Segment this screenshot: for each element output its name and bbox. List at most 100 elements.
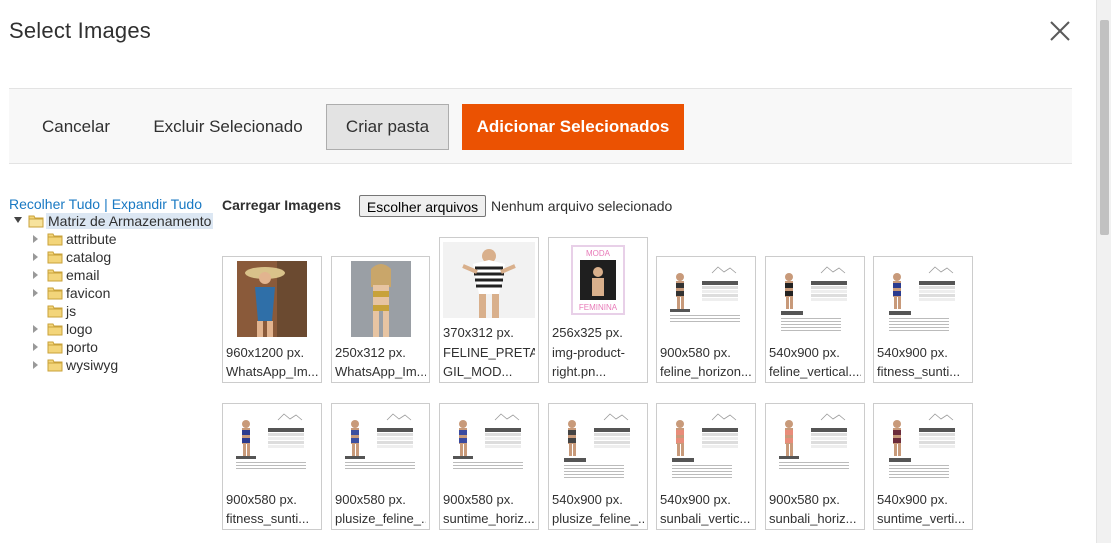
thumbnail-image [766, 408, 864, 488]
tree-folder-label[interactable]: logo [66, 321, 92, 337]
scrollbar-thumb[interactable] [1100, 20, 1109, 235]
create-folder-button[interactable]: Criar pasta [326, 104, 449, 150]
folder-icon [47, 249, 63, 265]
image-dimensions: 960x1200 px. [226, 345, 305, 360]
tree-folder-label[interactable]: attribute [66, 231, 117, 247]
tree-controls-separator: | [104, 196, 108, 212]
image-thumbnail[interactable]: 540x900 px. plusize_feline_... [548, 403, 648, 530]
image-thumbnail[interactable]: 900x580 px. fitness_sunti... [222, 403, 322, 530]
image-dimensions: 900x580 px. [769, 492, 840, 507]
image-dimensions: 250x312 px. [335, 345, 406, 360]
close-button[interactable] [1046, 18, 1074, 46]
image-filename: feline_vertical.... [769, 364, 861, 379]
modal-title: Select Images [9, 18, 152, 43]
image-filename: plusize_feline_... [335, 511, 426, 526]
image-dimensions: 540x900 px. [552, 492, 623, 507]
expand-arrow-icon[interactable] [33, 361, 38, 369]
action-bar: Cancelar Excluir Selecionado Criar pasta… [9, 88, 1072, 164]
image-filename: feline_horizon... [660, 364, 752, 379]
image-filename: suntime_verti... [877, 511, 966, 526]
image-dimensions: 540x900 px. [877, 492, 948, 507]
folder-icon [47, 285, 63, 301]
thumbnail-image [766, 261, 864, 341]
expand-arrow-icon[interactable] [33, 253, 38, 261]
tree-folder-label[interactable]: wysiwyg [66, 357, 118, 373]
image-thumbnail[interactable]: 900x580 px. suntime_horiz... [439, 403, 539, 530]
file-status: Nenhum arquivo selecionado [491, 198, 673, 214]
image-filename: plusize_feline_... [552, 511, 644, 526]
image-filename: sunbali_vertic... [660, 511, 751, 526]
image-filename: sunbali_horiz... [769, 511, 857, 526]
image-filename: fitness_sunti... [226, 511, 310, 526]
folder-icon [47, 357, 63, 373]
thumbnail-image [223, 261, 321, 341]
tree-folder-label[interactable]: email [66, 267, 99, 283]
folder-icon [47, 231, 63, 247]
image-thumbnail[interactable]: 900x580 px. plusize_feline_... [331, 403, 430, 530]
expand-all-link[interactable]: Expandir Tudo [112, 196, 202, 212]
close-icon [1050, 21, 1070, 41]
tree-folder-label[interactable]: porto [66, 339, 98, 355]
image-filename: WhatsApp_Im... [226, 364, 318, 379]
svg-text:MODA: MODA [586, 249, 611, 258]
image-thumbnail[interactable]: 250x312 px. WhatsApp_Im... [331, 256, 430, 383]
image-dimensions: 370x312 px. [443, 325, 514, 340]
expand-arrow-icon[interactable] [33, 343, 38, 351]
image-thumbnail[interactable]: 370x312 px. FELINE_PRETA- GIL_MOD... [439, 237, 539, 383]
image-dimensions: 900x580 px. [335, 492, 406, 507]
upload-label: Carregar Imagens [222, 197, 342, 213]
expand-arrow-icon[interactable] [33, 325, 38, 333]
collapse-arrow-icon[interactable] [14, 217, 22, 223]
image-dimensions: 900x580 px. [226, 492, 297, 507]
image-thumbnail[interactable]: 900x580 px. feline_horizon... [656, 256, 756, 383]
image-dimensions: 540x900 px. [877, 345, 948, 360]
image-dimensions: 540x900 px. [769, 345, 840, 360]
tree-controls: Recolher Tudo | Expandir Tudo [9, 196, 202, 212]
tree-folder-label[interactable]: js [66, 303, 76, 319]
svg-text:FEMININA: FEMININA [579, 303, 618, 312]
add-selected-button[interactable]: Adicionar Selecionados [462, 104, 684, 150]
tree-folder-label[interactable]: favicon [66, 285, 110, 301]
image-thumbnail[interactable]: 540x900 px. fitness_sunti... [873, 256, 973, 383]
thumbnail-image [874, 408, 972, 488]
collapse-all-link[interactable]: Recolher Tudo [9, 196, 100, 212]
expand-arrow-icon[interactable] [33, 289, 38, 297]
image-dimensions: 540x900 px. [660, 492, 731, 507]
thumbnail-image: MODA FEMININA [549, 242, 647, 322]
image-thumbnail[interactable]: 960x1200 px. WhatsApp_Im... [222, 256, 322, 383]
thumbnail-image [332, 261, 429, 341]
folder-open-icon [28, 213, 44, 229]
image-filename: suntime_horiz... [443, 511, 535, 526]
thumbnail-image [223, 408, 321, 488]
image-thumbnail[interactable]: 900x580 px. sunbali_horiz... [765, 403, 865, 530]
folder-icon [47, 339, 63, 355]
thumbnail-image [332, 408, 429, 488]
image-filename: WhatsApp_Im... [335, 364, 426, 379]
thumbnail-image [440, 408, 538, 488]
folder-icon [47, 321, 63, 337]
expand-arrow-icon[interactable] [33, 271, 38, 279]
folder-icon [47, 303, 63, 319]
image-thumbnail[interactable]: MODA FEMININA 256x325 px. img-product-right… [548, 237, 648, 383]
expand-arrow-icon[interactable] [33, 235, 38, 243]
image-filename-continued: GIL_MOD... [443, 364, 513, 379]
delete-selected-button[interactable]: Excluir Selecionado [143, 104, 313, 150]
folder-icon [47, 267, 63, 283]
image-filename: fitness_sunti... [877, 364, 961, 379]
thumbnail-image [549, 408, 647, 488]
thumbnail-image [874, 261, 972, 341]
page-scrollbar[interactable] [1096, 0, 1111, 543]
image-thumbnail[interactable]: 540x900 px. sunbali_vertic... [656, 403, 756, 530]
thumbnail-image [657, 408, 755, 488]
image-filename-continued: right.pn... [552, 364, 607, 379]
tree-folder-label[interactable]: catalog [66, 249, 111, 265]
image-dimensions: 900x580 px. [660, 345, 731, 360]
image-dimensions: 900x580 px. [443, 492, 514, 507]
tree-root-label[interactable]: Matriz de Armazenamento [46, 213, 214, 229]
image-filename: img-product- [552, 345, 625, 360]
cancel-button[interactable]: Cancelar [31, 104, 121, 150]
image-thumbnail[interactable]: 540x900 px. feline_vertical.... [765, 256, 865, 383]
choose-files-button[interactable]: Escolher arquivos [359, 195, 486, 217]
thumbnail-image [657, 261, 755, 341]
image-thumbnail[interactable]: 540x900 px. suntime_verti... [873, 403, 973, 530]
